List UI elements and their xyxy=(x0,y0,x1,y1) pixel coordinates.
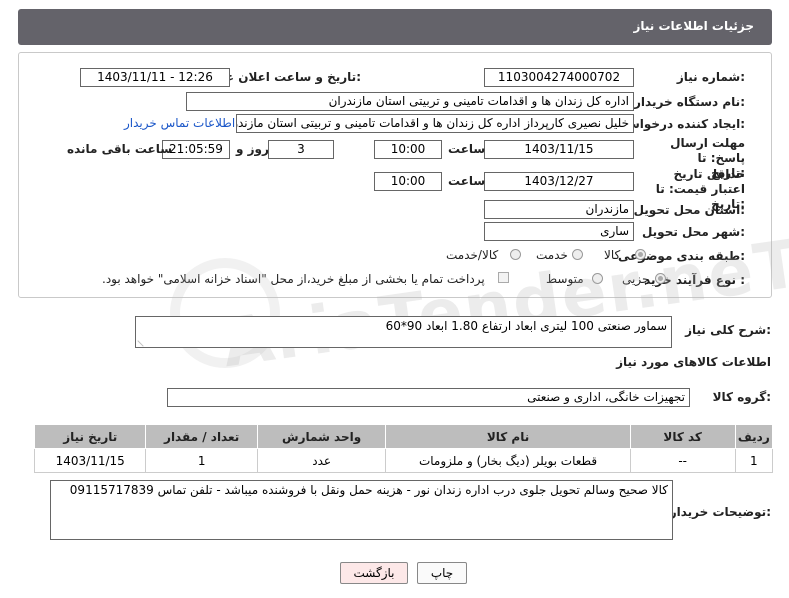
back-button[interactable]: بازگشت xyxy=(340,562,408,584)
col-header-code: کد کالا xyxy=(629,424,736,449)
city-label: شهر محل تحویل: xyxy=(641,225,745,239)
treasury-payment-checkbox[interactable] xyxy=(498,272,509,283)
buyer-org-label: نام دستگاه خریدار: xyxy=(634,95,745,109)
category-option-goods: کالا xyxy=(604,248,621,262)
cell-code: -- xyxy=(629,448,736,473)
buyer-contact-link[interactable]: اطلاعات تماس خریدار xyxy=(124,116,235,130)
buyer-org-field: اداره کل زندان ها و اقدامات تامینی و ترب… xyxy=(186,92,634,111)
city-field: ساری xyxy=(484,222,634,241)
price-time-field: 10:00 xyxy=(374,172,442,191)
col-header-unit: واحد شمارش xyxy=(256,424,387,449)
cell-name: قطعات بویلر (دیگ بخار) و ملزومات xyxy=(385,448,631,473)
remaining-label: ساعت باقی مانده xyxy=(67,142,173,156)
buyer-notes-text: کالا صحیح وسالم تحویل جلوی درب اداره زند… xyxy=(69,483,668,497)
category-radio-both[interactable] xyxy=(510,249,521,260)
category-radio-service[interactable] xyxy=(572,249,583,260)
need-number-field: 1103004274000702 xyxy=(484,68,634,87)
category-radio-goods[interactable] xyxy=(635,249,646,260)
reply-time-field: 10:00 xyxy=(374,140,442,159)
page-title: جزئیات اطلاعات نیاز xyxy=(633,19,754,33)
print-button[interactable]: چاپ xyxy=(417,562,467,584)
category-option-service: خدمت xyxy=(536,248,568,262)
province-field: مازندران xyxy=(484,200,634,219)
requester-field: خلیل نصیری کارپرداز اداره کل زندان ها و … xyxy=(236,114,634,133)
table-row: 1 -- قطعات بویلر (دیگ بخار) و ملزومات عد… xyxy=(33,448,774,473)
buyer-notes-textarea: کالا صحیح وسالم تحویل جلوی درب اداره زند… xyxy=(50,480,673,540)
table-header-row: ردیف کد کالا نام کالا واحد شمارش تعداد /… xyxy=(33,424,774,449)
process-option-medium: متوسط xyxy=(546,272,584,286)
requester-label: ایجاد کننده درخواست: xyxy=(615,117,745,131)
col-header-quantity: تعداد / مقدار xyxy=(145,424,258,449)
days-field: 3 xyxy=(268,140,334,159)
description-label: شرح کلی نیاز: xyxy=(685,323,771,337)
announce-field: 1403/11/11 - 12:26 xyxy=(80,68,230,87)
reply-time-label: ساعت xyxy=(448,142,486,156)
price-time-label: ساعت xyxy=(448,174,486,188)
resize-grip-icon xyxy=(137,335,149,347)
header-bar: جزئیات اطلاعات نیاز xyxy=(18,9,772,45)
goods-group-field: تجهیزات خانگی، اداری و صنعتی xyxy=(167,388,690,407)
remaining-time-field: 21:05:59 xyxy=(162,140,230,159)
col-header-row-number: ردیف xyxy=(734,424,774,449)
col-header-date: تاریخ نیاز xyxy=(33,424,147,449)
cell-quantity: 1 xyxy=(145,448,258,473)
process-radio-minor[interactable] xyxy=(655,273,666,284)
buyer-notes-label: توضیحات خریدار: xyxy=(669,505,771,519)
process-radio-medium[interactable] xyxy=(592,273,603,284)
goods-section-title: اطلاعات کالاهای مورد نیاز xyxy=(616,355,771,369)
goods-group-label: گروه کالا: xyxy=(712,390,771,404)
items-table: ردیف کد کالا نام کالا واحد شمارش تعداد /… xyxy=(33,424,774,473)
province-label: استان محل تحویل: xyxy=(633,203,745,217)
price-date-field: 1403/12/27 xyxy=(484,172,634,191)
process-option-minor: جزیی xyxy=(622,272,650,286)
cell-row-number: 1 xyxy=(734,448,774,473)
cell-date: 1403/11/15 xyxy=(33,448,147,473)
days-label: روز و xyxy=(236,142,269,156)
payment-note: پرداخت تمام یا بخشی از مبلغ خرید،از محل … xyxy=(102,272,485,286)
reply-date-field: 1403/11/15 xyxy=(484,140,634,159)
cell-unit: عدد xyxy=(256,448,387,473)
need-number-label: شماره نیاز: xyxy=(676,70,745,84)
description-textarea: سماور صنعتی 100 لیتری ابعاد ارتفاع 1.80 … xyxy=(135,316,672,348)
col-header-name: نام کالا xyxy=(385,424,631,449)
description-text: سماور صنعتی 100 لیتری ابعاد ارتفاع 1.80 … xyxy=(385,319,667,333)
category-option-both: کالا/خدمت xyxy=(446,248,499,262)
